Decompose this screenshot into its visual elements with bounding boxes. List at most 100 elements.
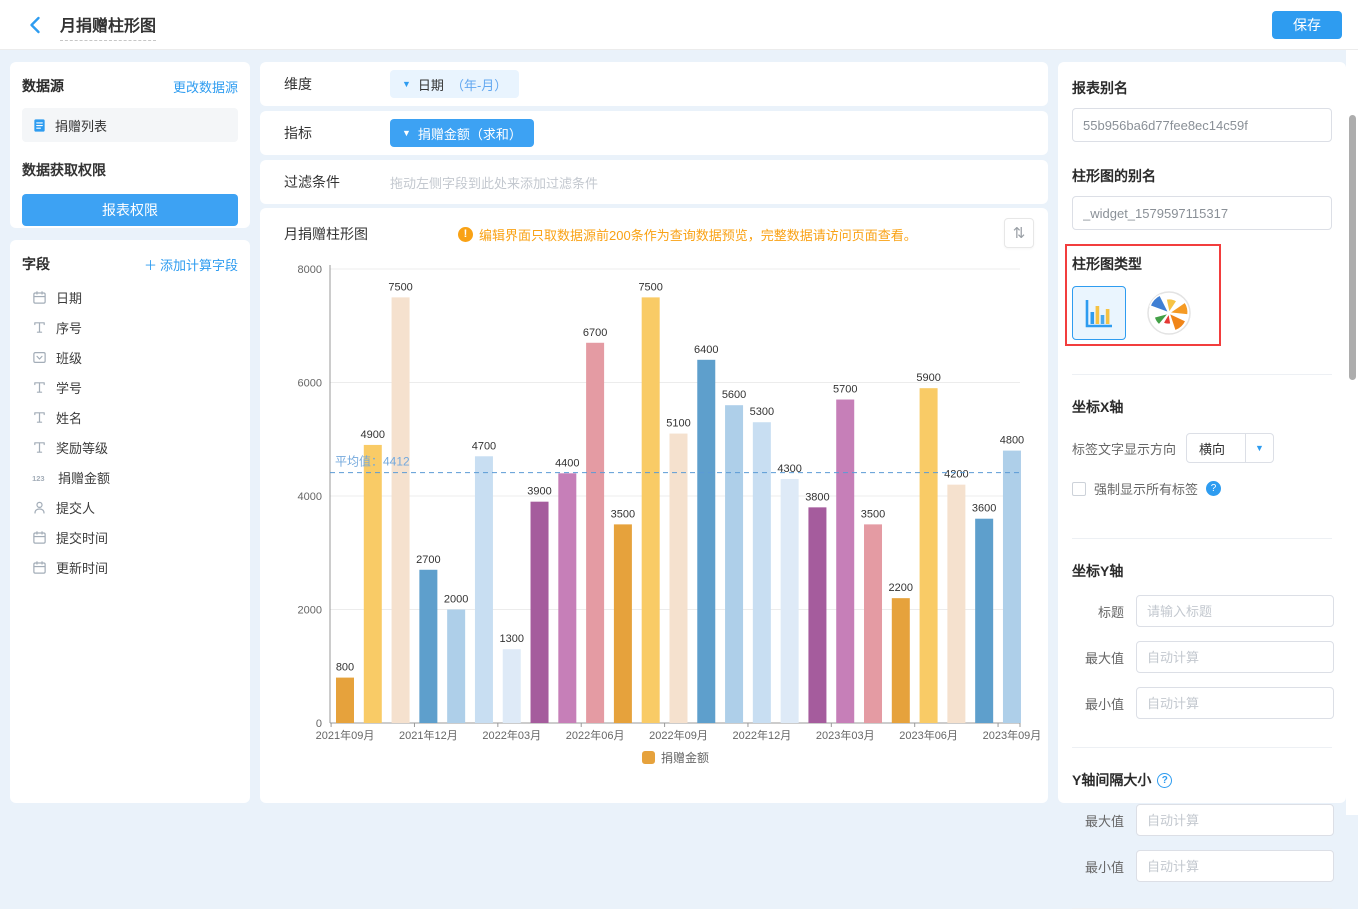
settings-panel: 报表别名 柱形图的别名 柱形图类型 <box>1058 62 1346 803</box>
metric-tag[interactable]: ▼ 捐赠金额（求和） <box>390 119 534 147</box>
field-item[interactable]: 提交时间 <box>22 522 238 552</box>
back-icon[interactable] <box>24 13 48 37</box>
fields-panel: 字段 ＋添加计算字段 日期序号班级学号姓名奖励等级123捐赠金额提交人提交时间更… <box>10 240 250 803</box>
chart-card: 月捐赠柱形图 ! 编辑界面只取数据源前200条作为查询数据预览，完整数据请访问页… <box>260 208 1048 803</box>
field-item[interactable]: 更新时间 <box>22 552 238 582</box>
field-item[interactable]: 日期 <box>22 282 238 312</box>
page-title[interactable]: 月捐赠柱形图 <box>60 12 156 41</box>
bar[interactable] <box>475 456 493 723</box>
bar[interactable] <box>586 343 604 723</box>
save-button[interactable]: 保存 <box>1272 11 1342 39</box>
sort-icon: ⇅ <box>1013 224 1026 242</box>
datasource-item[interactable]: 捐赠列表 <box>22 108 238 142</box>
bar[interactable] <box>336 678 354 723</box>
bar-chart-svg: 020004000600080008002021年09月490075002700… <box>260 208 1048 803</box>
force-all-labels-checkbox[interactable] <box>1072 482 1086 496</box>
bar-value-label: 3800 <box>805 491 829 503</box>
bar[interactable] <box>808 507 826 723</box>
dimension-tag[interactable]: ▼ 日期（年-月） <box>390 70 519 98</box>
bar[interactable] <box>753 422 771 723</box>
legend-label[interactable]: 捐赠金额 <box>661 750 709 765</box>
chevron-down-icon: ▼ <box>1245 433 1273 463</box>
scrollbar-track[interactable] <box>1346 50 1358 815</box>
legend-swatch[interactable] <box>642 751 655 764</box>
field-item-label: 姓名 <box>56 408 82 427</box>
field-item[interactable]: 序号 <box>22 312 238 342</box>
help-icon[interactable]: ? <box>1206 481 1221 496</box>
chart-type-pie-option[interactable] <box>1142 286 1196 340</box>
bar[interactable] <box>642 297 660 723</box>
bar[interactable] <box>364 445 382 723</box>
change-datasource-link[interactable]: 更改数据源 <box>173 77 238 96</box>
bar[interactable] <box>503 649 521 723</box>
bar[interactable] <box>447 610 465 724</box>
field-item[interactable]: 奖励等级 <box>22 432 238 462</box>
bar[interactable] <box>697 360 715 723</box>
x-tick-label: 2022年06月 <box>566 728 625 742</box>
field-list: 日期序号班级学号姓名奖励等级123捐赠金额提交人提交时间更新时间 <box>22 282 238 582</box>
field-item[interactable]: 学号 <box>22 372 238 402</box>
report-alias-input[interactable] <box>1072 108 1332 142</box>
bar-value-label: 2000 <box>444 594 468 606</box>
x-tick-label: 2023年09月 <box>983 728 1042 742</box>
filter-row[interactable]: 过滤条件 拖动左侧字段到此处来添加过滤条件 <box>260 160 1048 204</box>
chart-type-bar-option[interactable] <box>1072 286 1126 340</box>
bar[interactable] <box>920 388 938 723</box>
field-item[interactable]: 班级 <box>22 342 238 372</box>
bar-value-label: 7500 <box>638 281 662 293</box>
field-item[interactable]: 123捐赠金额 <box>22 462 238 492</box>
field-item-label: 班级 <box>56 348 82 367</box>
warning-icon: ! <box>458 227 473 242</box>
y-interval-max-input[interactable] <box>1136 804 1334 836</box>
y-axis-min-input[interactable] <box>1136 687 1334 719</box>
label-direction-select[interactable]: 横向 ▼ <box>1186 433 1274 463</box>
field-item[interactable]: 提交人 <box>22 492 238 522</box>
bar-value-label: 5900 <box>916 372 940 384</box>
bar[interactable] <box>614 524 632 723</box>
widget-alias-input[interactable] <box>1072 196 1332 230</box>
bar-value-label: 4200 <box>944 469 968 481</box>
sort-button[interactable]: ⇅ <box>1004 218 1034 248</box>
report-permission-button[interactable]: 报表权限 <box>22 194 238 226</box>
bar-value-label: 7500 <box>388 281 412 293</box>
bar[interactable] <box>947 485 965 723</box>
bar-value-label: 3600 <box>972 503 996 515</box>
y-axis-max-input[interactable] <box>1136 641 1334 673</box>
text-icon <box>32 320 47 335</box>
label-direction-label: 标签文字显示方向 <box>1072 439 1176 458</box>
bar[interactable] <box>1003 451 1021 723</box>
bar[interactable] <box>892 598 910 723</box>
y-tick-label: 4000 <box>298 491 322 503</box>
bar[interactable] <box>392 297 410 723</box>
help-icon[interactable]: ? <box>1157 773 1172 788</box>
add-calc-field-link[interactable]: ＋添加计算字段 <box>144 255 238 274</box>
text-icon <box>32 380 47 395</box>
chevron-down-icon: ▼ <box>402 80 411 89</box>
field-item-label: 更新时间 <box>56 558 108 577</box>
preview-notice: ! 编辑界面只取数据源前200条作为查询数据预览，完整数据请访问页面查看。 <box>458 225 917 244</box>
bar[interactable] <box>725 405 743 723</box>
text-icon <box>32 410 47 425</box>
scrollbar-thumb[interactable] <box>1349 115 1356 380</box>
bar-value-label: 4900 <box>361 429 385 441</box>
bar[interactable] <box>781 479 799 723</box>
bar[interactable] <box>419 570 437 723</box>
field-item[interactable]: 姓名 <box>22 402 238 432</box>
bar[interactable] <box>669 434 687 723</box>
datasource-panel: 数据源 更改数据源 捐赠列表 数据获取权限 报表权限 <box>10 62 250 228</box>
bar[interactable] <box>558 473 576 723</box>
bar[interactable] <box>864 524 882 723</box>
person-icon <box>32 500 47 515</box>
svg-text:123: 123 <box>32 473 45 482</box>
y-tick-label: 2000 <box>298 605 322 617</box>
field-item-label: 日期 <box>56 288 82 307</box>
y-axis-title: 坐标Y轴 <box>1072 561 1332 581</box>
y-axis-caption-input[interactable] <box>1136 595 1334 627</box>
bar[interactable] <box>836 400 854 723</box>
bar[interactable] <box>531 502 549 723</box>
metric-row: 指标 ▼ 捐赠金额（求和） <box>260 111 1048 155</box>
y-interval-min-input[interactable] <box>1136 850 1334 882</box>
metric-label: 指标 <box>284 123 390 143</box>
bar[interactable] <box>975 519 993 723</box>
bar-value-label: 6700 <box>583 327 607 339</box>
